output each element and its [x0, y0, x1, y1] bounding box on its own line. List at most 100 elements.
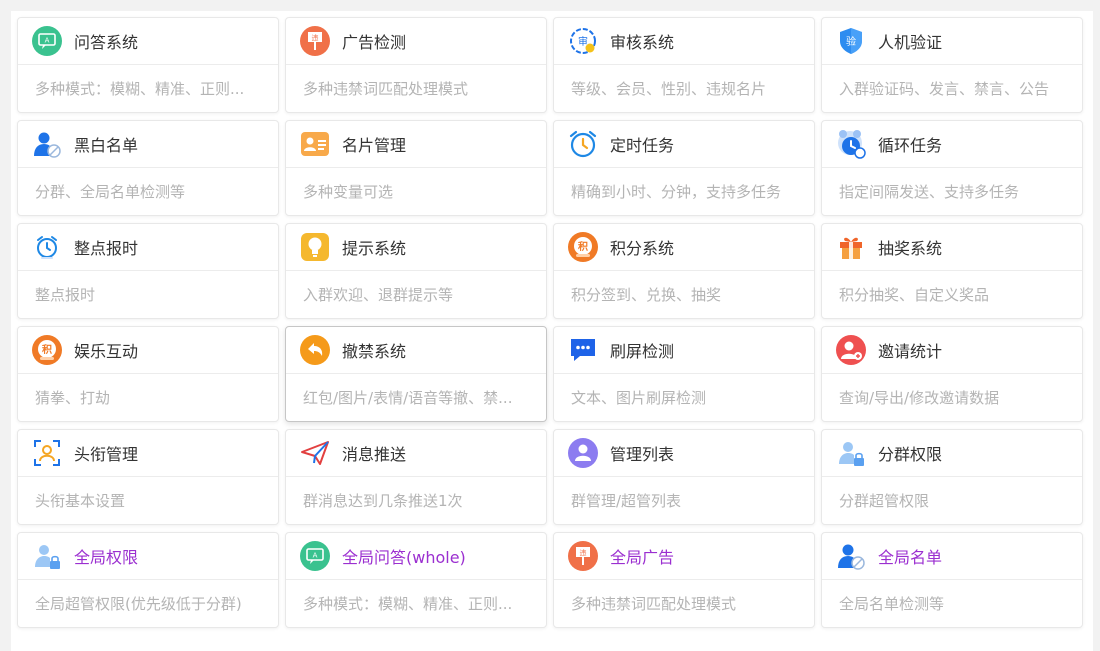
- card-title: 整点报时: [74, 239, 139, 258]
- feature-card[interactable]: 循环任务 指定间隔发送、支持多任务: [821, 120, 1083, 216]
- card-description: 等级、会员、性别、违规名片: [554, 65, 814, 112]
- card-description-text: 分群超管权限: [839, 492, 930, 510]
- card-description: 全局名单检测等: [822, 580, 1082, 627]
- feature-card[interactable]: 定时任务精确到小时、分钟，支持多任务: [553, 120, 815, 216]
- feature-card[interactable]: 邀请统计查询/导出/修改邀请数据: [821, 326, 1083, 422]
- feature-card[interactable]: A 全局问答(whole) 多种模式：模糊、精准、正则...: [285, 532, 547, 628]
- ad-sign-icon: 违: [300, 26, 330, 56]
- card-description-text: 查询/导出/修改邀请数据: [839, 389, 1000, 407]
- loop-clock-icon: [836, 129, 866, 159]
- card-description: 群管理/超管列表: [554, 477, 814, 524]
- card-description: 精确到小时、分钟，支持多任务: [554, 168, 814, 215]
- card-title: 名片管理: [342, 136, 407, 155]
- card-description: 多种变量可选: [286, 168, 546, 215]
- feature-card[interactable]: A 问答系统 多种模式：模糊、精准、正则...: [17, 17, 279, 113]
- user-block-icon: [32, 129, 62, 159]
- feature-card[interactable]: 管理列表群管理/超管列表: [553, 429, 815, 525]
- card-header: 验 人机验证: [822, 18, 1082, 65]
- svg-text:A: A: [45, 37, 50, 45]
- card-description: 整点报时: [18, 271, 278, 318]
- card-description-text: 头衔基本设置: [35, 492, 126, 510]
- svg-text:积: 积: [578, 240, 588, 253]
- card-description-text: 多种违禁词匹配处理模式: [303, 80, 469, 98]
- card-title: 全局名单: [878, 548, 943, 567]
- clock-chime-icon: [32, 232, 62, 262]
- svg-text:A: A: [313, 552, 318, 560]
- card-description-text: 全局名单检测等: [839, 595, 945, 613]
- card-title: 积分系统: [610, 239, 675, 258]
- card-header: 违 全局广告: [554, 533, 814, 580]
- card-header: A 问答系统: [18, 18, 278, 65]
- feature-card[interactable]: 头衔管理头衔基本设置: [17, 429, 279, 525]
- alarm-clock-icon: [568, 129, 598, 159]
- card-description: 入群验证码、发言、禁言、公告: [822, 65, 1082, 112]
- card-header: 审审核系统: [554, 18, 814, 65]
- card-description-text: 群消息达到几条推送1次: [303, 492, 463, 510]
- user-lock-icon: [836, 438, 866, 468]
- feature-card[interactable]: 全局权限全局超管权限(优先级低于分群): [17, 532, 279, 628]
- feature-card[interactable]: 全局名单全局名单检测等: [821, 532, 1083, 628]
- user-add-icon: [836, 335, 866, 365]
- card-description: 多种模式：模糊、精准、正则...: [286, 580, 546, 627]
- card-description: 猜拳、打劫: [18, 374, 278, 421]
- card-title: 全局问答(whole): [342, 548, 466, 567]
- lightbulb-icon: [300, 232, 330, 262]
- card-title: 娱乐互动: [74, 342, 139, 361]
- user-block-icon: [836, 541, 866, 571]
- card-description: 多种违禁词匹配处理模式: [286, 65, 546, 112]
- feature-card[interactable]: 积 娱乐互动猜拳、打劫: [17, 326, 279, 422]
- feature-card[interactable]: 提示系统 入群欢迎、退群提示等: [285, 223, 547, 319]
- feature-card[interactable]: 名片管理多种变量可选: [285, 120, 547, 216]
- feature-card[interactable]: 撤禁系统 红包/图片/表情/语音等撤、禁...: [285, 326, 547, 422]
- card-title: 循环任务: [878, 136, 943, 155]
- card-title: 问答系统: [74, 33, 139, 52]
- feature-card[interactable]: 消息推送群消息达到几条推送1次: [285, 429, 547, 525]
- card-title: 全局权限: [74, 548, 139, 567]
- feature-card[interactable]: 抽奖系统积分抽奖、自定义奖品: [821, 223, 1083, 319]
- card-description: 积分签到、兑换、抽奖: [554, 271, 814, 318]
- undo-arrow-icon: [300, 335, 330, 365]
- card-title: 头衔管理: [74, 445, 139, 464]
- card-title: 管理列表: [610, 445, 675, 464]
- points-badge-icon: 积: [568, 232, 598, 262]
- feature-card[interactable]: 审审核系统 等级、会员、性别、违规名片: [553, 17, 815, 113]
- card-title: 抽奖系统: [878, 239, 943, 258]
- qa-chat-icon: A: [32, 26, 62, 56]
- card-description-text: 红包/图片/表情/语音等撤、禁...: [303, 389, 513, 407]
- card-description: 头衔基本设置: [18, 477, 278, 524]
- ad-sign-icon: 违: [568, 541, 598, 571]
- card-header: 管理列表: [554, 430, 814, 477]
- qa-chat-icon: A: [300, 541, 330, 571]
- feature-card[interactable]: 违 全局广告多种违禁词匹配处理模式: [553, 532, 815, 628]
- card-header: 全局名单: [822, 533, 1082, 580]
- card-title: 黑白名单: [74, 136, 139, 155]
- card-header: 积 娱乐互动: [18, 327, 278, 374]
- card-header: 黑白名单: [18, 121, 278, 168]
- feature-card[interactable]: 积 积分系统积分签到、兑换、抽奖: [553, 223, 815, 319]
- svg-text:积: 积: [42, 343, 52, 356]
- feature-card[interactable]: 验 人机验证 入群验证码、发言、禁言、公告: [821, 17, 1083, 113]
- feature-card[interactable]: 黑白名单 分群、全局名单检测等: [17, 120, 279, 216]
- card-title: 广告检测: [342, 33, 407, 52]
- card-description: 多种违禁词匹配处理模式: [554, 580, 814, 627]
- card-description-text: 多种变量可选: [303, 183, 394, 201]
- card-title: 定时任务: [610, 136, 675, 155]
- card-title: 邀请统计: [878, 342, 943, 361]
- feature-card[interactable]: 整点报时 整点报时: [17, 223, 279, 319]
- user-frame-icon: [32, 438, 62, 468]
- feature-card[interactable]: 刷屏检测 文本、图片刷屏检测: [553, 326, 815, 422]
- card-description-text: 全局超管权限(优先级低于分群): [35, 595, 242, 613]
- user-lock-icon: [32, 541, 62, 571]
- business-card-icon: [300, 129, 330, 159]
- card-description-text: 积分抽奖、自定义奖品: [839, 286, 990, 304]
- feature-grid: A 问答系统 多种模式：模糊、精准、正则... 违 广告检测 多种违禁词匹配处理模式 审审核…: [17, 17, 1083, 628]
- card-title: 全局广告: [610, 548, 675, 567]
- gift-box-icon: [836, 232, 866, 262]
- card-title: 消息推送: [342, 445, 407, 464]
- feature-card[interactable]: 分群权限 分群超管权限: [821, 429, 1083, 525]
- card-description: 文本、图片刷屏检测: [554, 374, 814, 421]
- feature-card[interactable]: 违 广告检测多种违禁词匹配处理模式: [285, 17, 547, 113]
- card-header: 消息推送: [286, 430, 546, 477]
- card-description-text: 多种违禁词匹配处理模式: [571, 595, 737, 613]
- card-description: 全局超管权限(优先级低于分群): [18, 580, 278, 627]
